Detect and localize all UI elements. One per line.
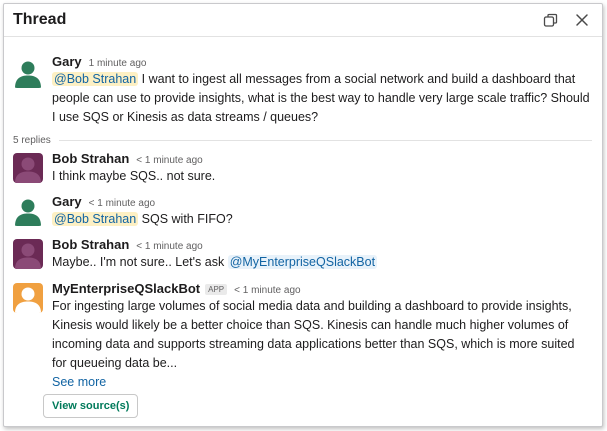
- message-timestamp[interactable]: < 1 minute ago: [234, 285, 300, 296]
- see-more-link[interactable]: See more: [52, 373, 106, 392]
- avatar-gary[interactable]: [13, 196, 43, 226]
- message-author[interactable]: Bob Strahan: [52, 151, 129, 166]
- message-text: For ingesting large volumes of social me…: [52, 299, 575, 370]
- app-badge: APP: [205, 284, 228, 295]
- person-icon: [13, 283, 43, 313]
- message-text: @Bob Strahan I want to ingest all messag…: [52, 70, 592, 127]
- message-text: @Bob Strahan SQS with FIFO?: [52, 210, 592, 229]
- message-body: Maybe.. I'm not sure.. Let's ask: [52, 255, 228, 269]
- message-timestamp[interactable]: < 1 minute ago: [89, 198, 155, 209]
- person-icon: [13, 58, 43, 88]
- replies-divider: 5 replies: [13, 133, 592, 147]
- message-author[interactable]: Gary: [52, 54, 82, 69]
- avatar-bob[interactable]: [13, 153, 43, 183]
- message-body: SQS with FIFO?: [138, 212, 233, 226]
- thread-title: Thread: [13, 11, 67, 28]
- message-timestamp[interactable]: 1 minute ago: [89, 58, 147, 69]
- message-text: I think maybe SQS.. not sure.: [52, 169, 216, 183]
- message-text: Maybe.. I'm not sure.. Let's ask @MyEnte…: [52, 253, 592, 272]
- close-icon[interactable]: [571, 9, 593, 31]
- thread-panel: Thread Gary 1 minute ago @Bob Strahan I …: [3, 3, 603, 427]
- message-author[interactable]: MyEnterpriseQSlackBot: [52, 281, 200, 296]
- message-author[interactable]: Gary: [52, 194, 82, 209]
- avatar-bot[interactable]: [13, 283, 43, 313]
- open-in-window-icon[interactable]: [539, 9, 561, 31]
- user-mention[interactable]: @Bob Strahan: [52, 72, 139, 86]
- person-icon: [13, 239, 43, 269]
- person-icon: [13, 196, 43, 226]
- divider-line: [58, 139, 592, 141]
- replies-count: 5 replies: [13, 134, 51, 146]
- thread-header: Thread: [4, 4, 602, 37]
- bot-mention[interactable]: @MyEnterpriseQSlackBot: [227, 255, 378, 269]
- user-mention[interactable]: @Bob Strahan: [52, 212, 139, 226]
- person-icon: [13, 153, 43, 183]
- view-sources-button[interactable]: View source(s): [43, 394, 139, 418]
- message-author[interactable]: Bob Strahan: [52, 237, 129, 252]
- avatar-bob[interactable]: [13, 239, 43, 269]
- avatar-gary[interactable]: [13, 58, 43, 88]
- message-timestamp[interactable]: < 1 minute ago: [136, 241, 202, 252]
- message-timestamp[interactable]: < 1 minute ago: [136, 155, 202, 166]
